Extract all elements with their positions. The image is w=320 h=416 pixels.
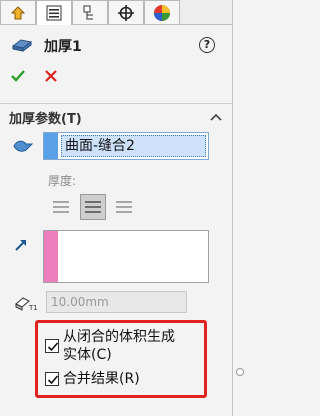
svg-text:T1: T1 bbox=[28, 304, 37, 312]
checkmark-icon bbox=[47, 375, 59, 385]
checkmark-icon bbox=[11, 70, 25, 82]
chevron-up-icon bbox=[210, 113, 222, 121]
create-solid-label-line1: 从闭合的体积生成 bbox=[63, 329, 175, 345]
create-solid-checkbox[interactable] bbox=[45, 339, 59, 353]
tab-property-manager[interactable] bbox=[36, 0, 72, 25]
create-solid-label[interactable]: 从闭合的体积生成 实体(C) bbox=[63, 328, 175, 364]
manager-tab-strip bbox=[0, 0, 249, 25]
create-solid-label-line2: 实体(C) bbox=[63, 347, 112, 363]
surface-selection-icon bbox=[12, 138, 34, 158]
checkmark-icon bbox=[47, 342, 59, 352]
merge-result-label[interactable]: 合并结果(R) bbox=[63, 370, 140, 388]
ok-button[interactable] bbox=[10, 68, 26, 88]
splitter-handle[interactable] bbox=[236, 368, 244, 376]
crosshair-icon bbox=[118, 4, 134, 21]
thicken-both-sides-icon bbox=[85, 201, 101, 213]
section-divider bbox=[0, 103, 232, 104]
thicken-side2-button[interactable] bbox=[111, 194, 137, 220]
direction-selection-list[interactable] bbox=[43, 230, 209, 283]
close-icon bbox=[45, 70, 57, 82]
appearance-icon bbox=[154, 4, 170, 21]
tab-dimxpert-manager[interactable] bbox=[108, 0, 144, 24]
thicken-side2-icon bbox=[116, 201, 132, 213]
face-selection-list[interactable]: 曲面-缝合2 bbox=[43, 132, 209, 160]
feature-title: 加厚1 bbox=[44, 39, 82, 55]
thickness-label: 厚度: bbox=[48, 174, 77, 188]
selection-color-strip bbox=[44, 133, 58, 159]
thicken-side1-button[interactable] bbox=[48, 194, 74, 220]
tab-feature-manager[interactable] bbox=[0, 0, 36, 24]
cancel-button[interactable] bbox=[44, 69, 58, 87]
thicken-both-sides-button[interactable] bbox=[80, 194, 106, 220]
tab-display-manager[interactable] bbox=[144, 0, 180, 24]
thickness-input[interactable]: 10.00mm bbox=[46, 291, 187, 313]
feature-manager-icon bbox=[10, 5, 26, 19]
direction-arrow-icon bbox=[13, 237, 29, 257]
selected-face-item[interactable]: 曲面-缝合2 bbox=[61, 135, 206, 157]
configuration-manager-icon bbox=[83, 5, 93, 19]
thicken-side1-icon bbox=[53, 201, 69, 213]
section-title: 加厚参数(T) bbox=[9, 112, 82, 127]
collapse-section-button[interactable] bbox=[210, 110, 222, 125]
help-icon[interactable]: ? bbox=[199, 37, 215, 53]
tab-configuration-manager[interactable] bbox=[72, 0, 108, 24]
merge-result-checkbox[interactable] bbox=[45, 372, 59, 386]
thickness-dimension-icon: T1 bbox=[13, 292, 38, 316]
direction-color-strip bbox=[44, 231, 58, 282]
panel-splitter[interactable] bbox=[232, 0, 249, 416]
thicken-feature-icon bbox=[11, 36, 33, 56]
property-manager-icon bbox=[46, 5, 62, 21]
